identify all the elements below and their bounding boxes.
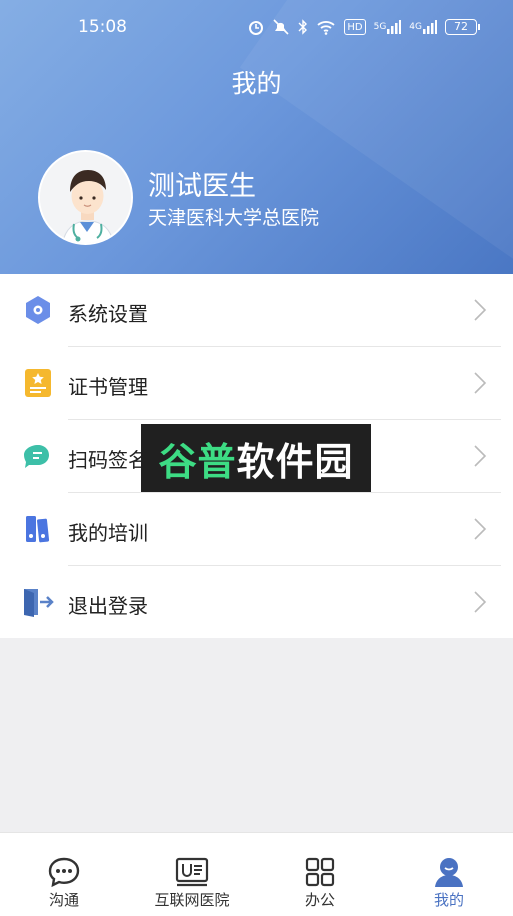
page-title: 我的 (231, 69, 282, 98)
signal-4g-icon: 4G (409, 17, 437, 37)
alarm-icon (248, 17, 264, 37)
avatar[interactable] (38, 150, 133, 245)
chevron-right-icon (473, 371, 487, 395)
logout-door-icon (22, 586, 54, 618)
tab-label: 我的 (433, 891, 464, 909)
training-books-icon (22, 513, 54, 545)
status-bar: 15:08 HD 5G 4G 72 (0, 14, 513, 44)
clinic-board-icon (172, 855, 212, 889)
watermark-part2: 软件园 (236, 439, 354, 484)
hd-icon: HD (344, 19, 366, 35)
profile-header: 15:08 HD 5G 4G 72 我的 测试医生 天津医科大学总医院 (0, 0, 513, 274)
user-hospital: 天津医科大学总医院 (148, 207, 320, 229)
menu-item-training[interactable]: 我的培训 (0, 493, 513, 566)
menu-item-label: 证书管理 (68, 375, 148, 399)
menu-item-logout[interactable]: 退出登录 (0, 566, 513, 639)
chevron-right-icon (473, 298, 487, 322)
signal-5g-icon: 5G (374, 17, 402, 37)
tab-office[interactable]: 办公 (256, 833, 384, 916)
chevron-right-icon (473, 444, 487, 468)
watermark-part1: 谷普 (158, 439, 237, 484)
menu-item-label: 扫码签名 (68, 448, 148, 472)
certificate-icon (22, 367, 54, 399)
user-name: 测试医生 (148, 171, 256, 202)
tab-internet-hospital[interactable]: 互联网医院 (128, 833, 256, 916)
status-icons: HD 5G 4G 72 (248, 17, 480, 37)
tab-communication[interactable]: 沟通 (0, 833, 128, 916)
chat-bubble-icon (44, 855, 84, 889)
tab-label: 沟通 (48, 891, 79, 909)
bottom-tab-bar: 沟通 互联网医院 办公 我的 (0, 832, 513, 916)
user-icon (429, 855, 469, 889)
status-time: 15:08 (78, 17, 127, 37)
bluetooth-icon (298, 17, 308, 37)
chevron-right-icon (473, 517, 487, 541)
menu-item-system-settings[interactable]: 系统设置 (0, 274, 513, 347)
menu-item-certificate[interactable]: 证书管理 (0, 347, 513, 420)
tab-mine[interactable]: 我的 (385, 833, 513, 916)
battery-icon: 72 (445, 19, 480, 35)
menu-item-label: 我的培训 (68, 521, 148, 545)
watermark: 谷普 软件园 (141, 424, 371, 492)
tab-label: 办公 (304, 891, 335, 909)
gear-hexagon-icon (22, 294, 54, 326)
chevron-right-icon (473, 590, 487, 614)
menu-item-label: 系统设置 (68, 302, 148, 326)
menu-item-label: 退出登录 (68, 594, 148, 618)
wifi-icon (316, 17, 336, 37)
mute-icon (272, 17, 290, 37)
tab-label: 互联网医院 (154, 891, 230, 909)
grid-apps-icon (300, 855, 340, 889)
scan-sign-icon (22, 440, 54, 472)
